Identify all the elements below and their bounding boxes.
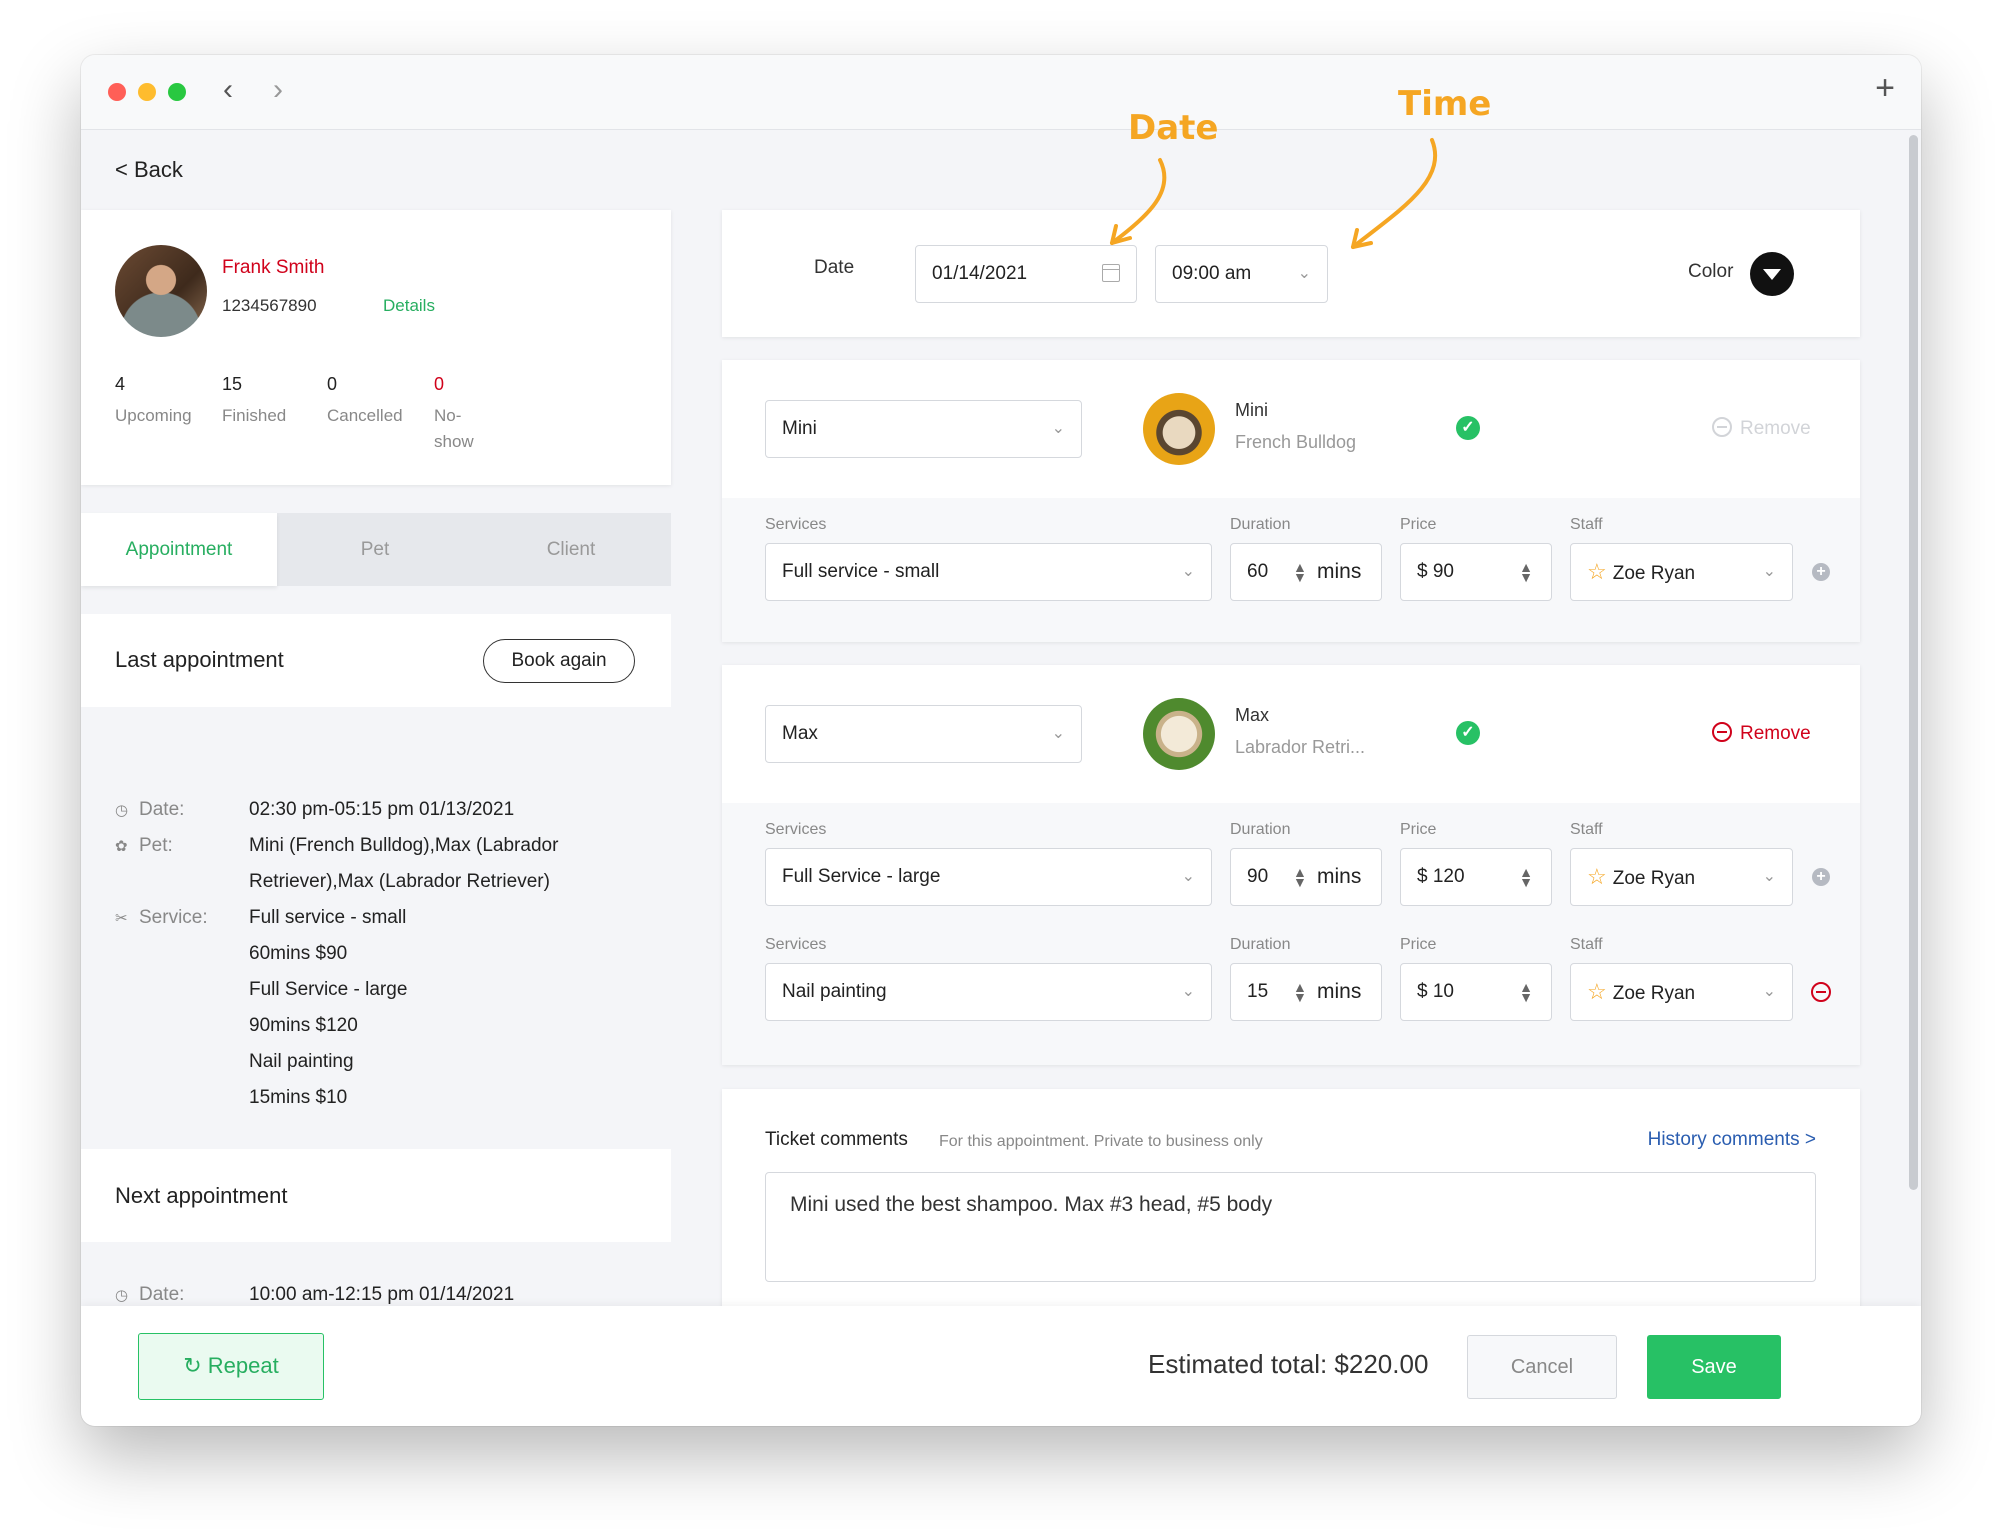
annotation-arrows [1110, 138, 1438, 249]
